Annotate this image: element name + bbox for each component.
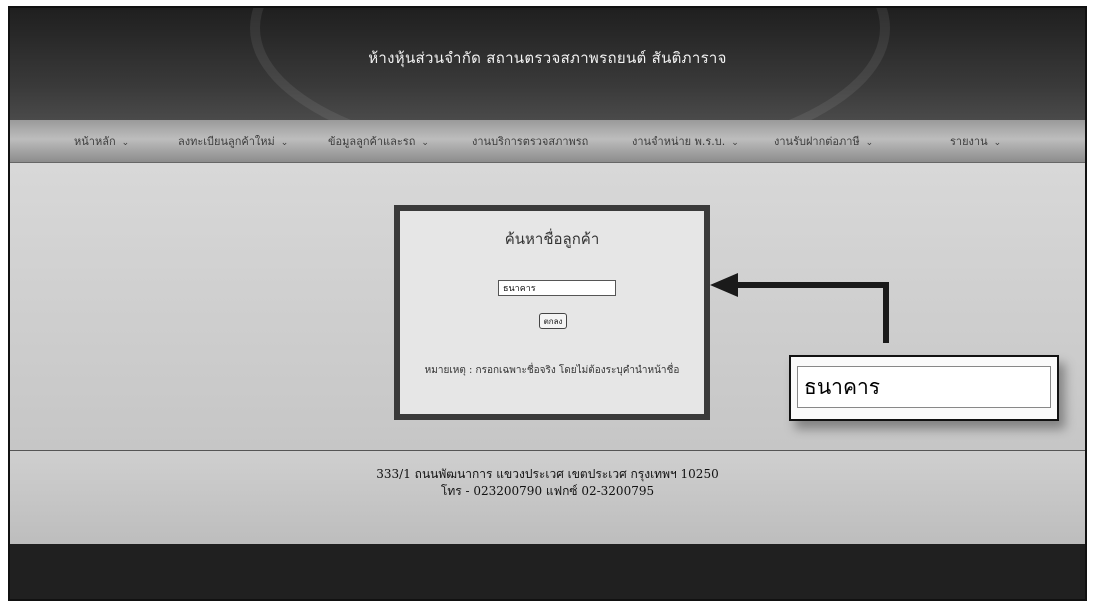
chevron-down-icon: ⌄ xyxy=(865,138,874,148)
chevron-down-icon: ⌄ xyxy=(280,138,289,148)
site-title: ห้างหุ้นส่วนจำกัด สถานตรวจสภาพรถยนต์ สัน… xyxy=(368,49,727,67)
nav-item-label: ข้อมูลลูกค้าและรถ xyxy=(328,135,416,148)
nav-item-label: งานบริการตรวจสภาพรถ xyxy=(472,135,589,148)
nav-item-home[interactable]: หน้าหลัก ⌄ xyxy=(74,132,129,150)
nav-item-label: งานจำหน่าย พ.ร.บ. xyxy=(632,135,726,148)
nav-item-insurance-sales[interactable]: งานจำหน่าย พ.ร.บ. ⌄ xyxy=(632,132,739,150)
nav-item-tax-service[interactable]: งานรับฝากต่อภาษี ⌄ xyxy=(774,132,873,150)
nav-item-label: งานรับฝากต่อภาษี xyxy=(774,135,860,148)
site-header: ห้างหุ้นส่วนจำกัด สถานตรวจสภาพรถยนต์ สัน… xyxy=(10,8,1085,168)
nav-item-label: หน้าหลัก xyxy=(74,135,116,148)
main-content: ค้นหาชื่อลูกค้า ตกลง หมายเหตุ : กรอกเฉพา… xyxy=(10,163,1085,450)
nav-item-register-customer[interactable]: ลงทะเบียนลูกค้าใหม่ ⌄ xyxy=(178,132,288,150)
chevron-down-icon: ⌄ xyxy=(731,138,739,148)
footer-contact: โทร - 023200790 แฟกซ์ 02-3200795 xyxy=(440,484,655,498)
nav-item-label: ลงทะเบียนลูกค้าใหม่ xyxy=(178,135,275,148)
bottom-band xyxy=(10,544,1085,599)
callout-input-zoom: ธนาคาร xyxy=(797,366,1051,408)
site-footer: 333/1 ถนนพัฒนาการ แขวงประเวศ เขตประเวศ ก… xyxy=(10,450,1085,545)
zoom-callout: ธนาคาร xyxy=(789,355,1059,421)
nav-item-customer-car-info[interactable]: ข้อมูลลูกค้าและรถ ⌄ xyxy=(328,132,429,150)
chevron-down-icon: ⌄ xyxy=(121,138,130,148)
nav-item-reports[interactable]: รายงาน ⌄ xyxy=(950,132,1001,150)
nav-item-label: รายงาน xyxy=(950,135,988,148)
main-navbar: หน้าหลัก ⌄ ลงทะเบียนลูกค้าใหม่ ⌄ ข้อมูลลูก… xyxy=(10,120,1085,163)
chevron-down-icon: ⌄ xyxy=(993,138,1002,148)
chevron-down-icon: ⌄ xyxy=(421,138,429,148)
nav-item-inspection-service[interactable]: งานบริการตรวจสภาพรถ xyxy=(472,132,588,150)
screenshot-frame: ห้างหุ้นส่วนจำกัด สถานตรวจสภาพรถยนต์ สัน… xyxy=(8,6,1087,601)
